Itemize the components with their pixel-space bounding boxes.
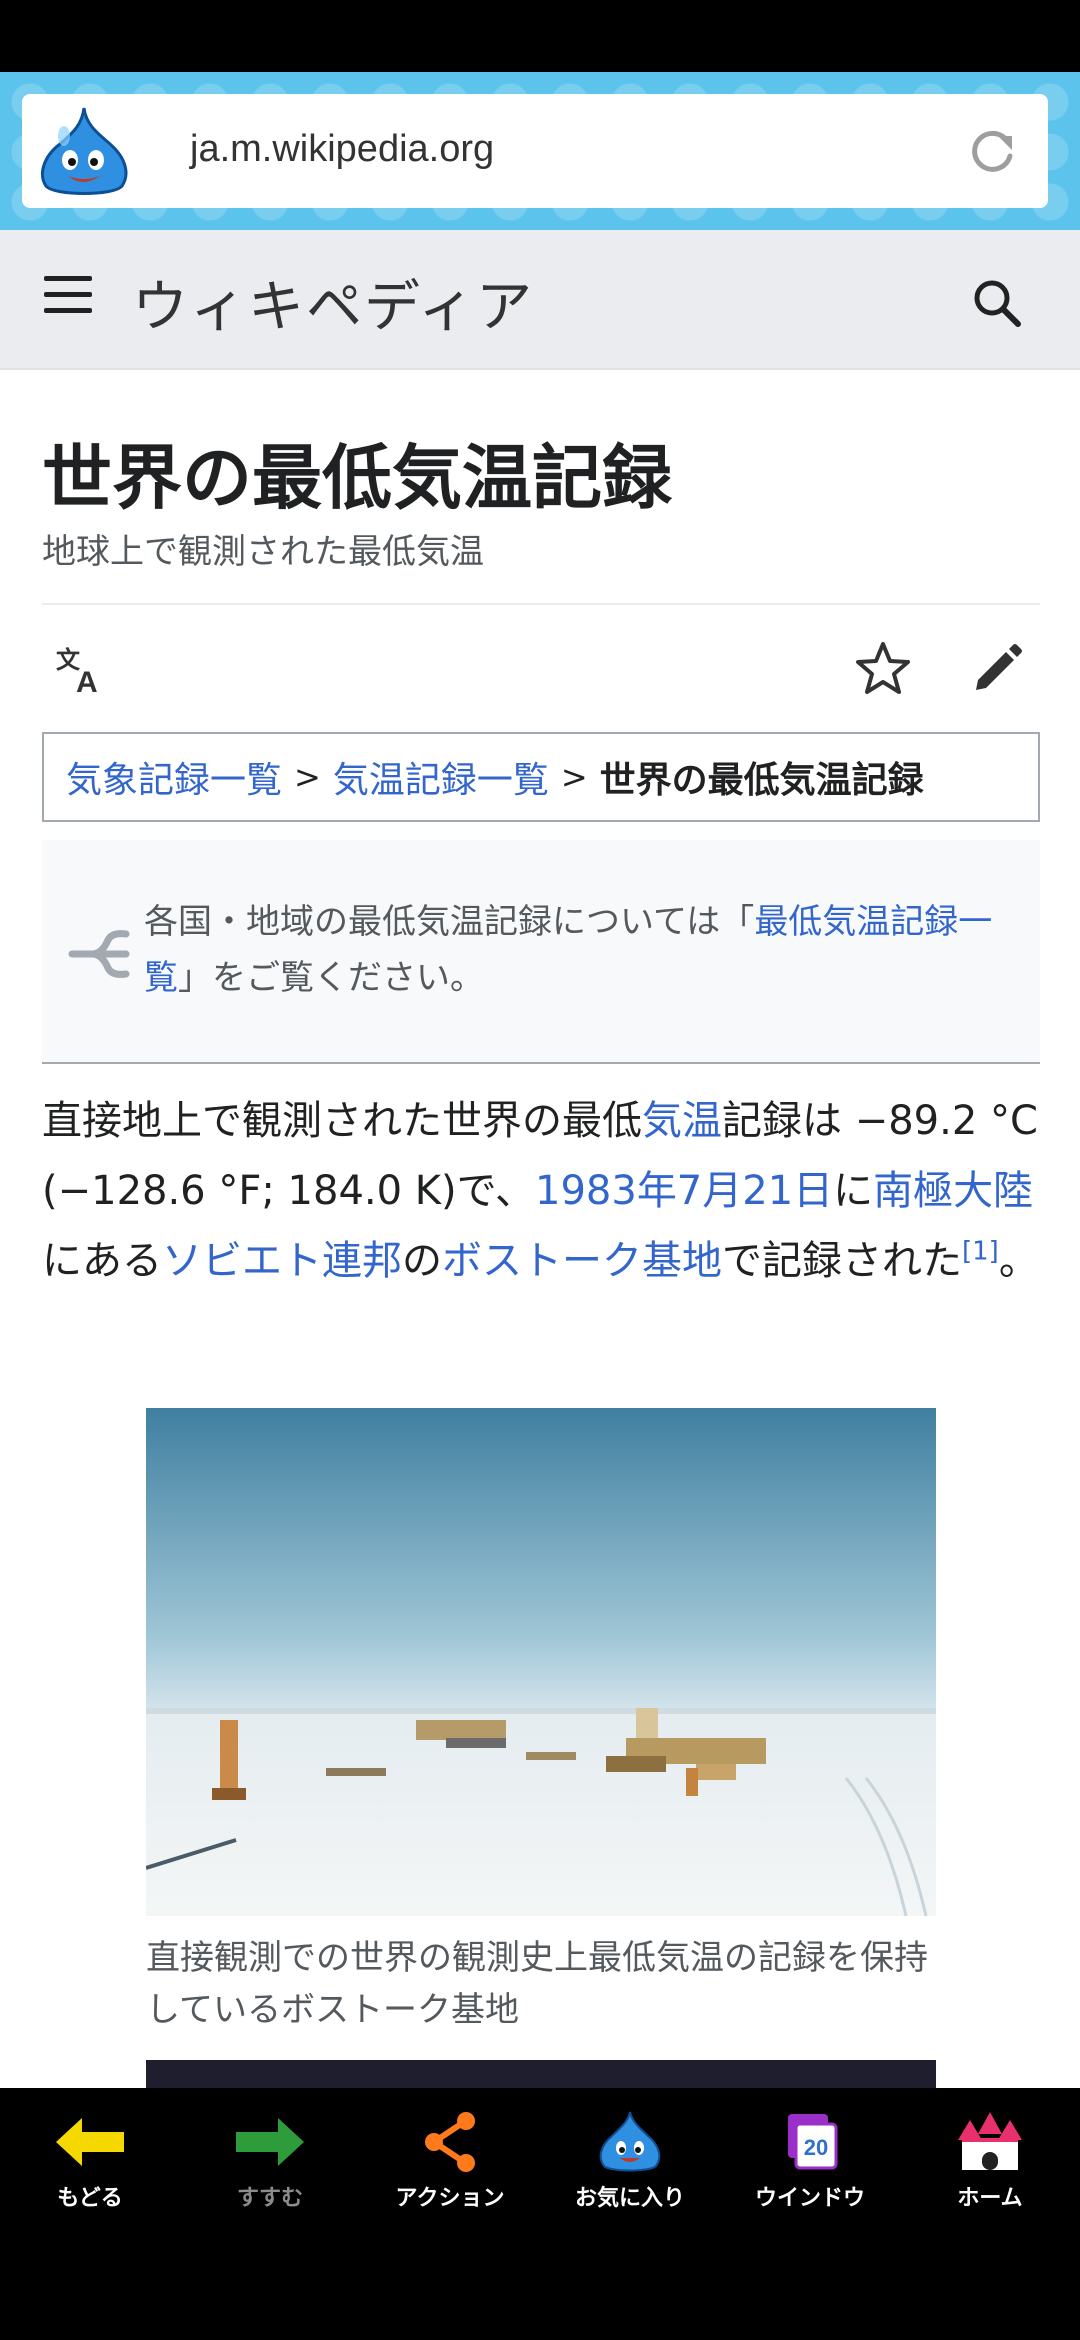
disambiguation-icon: [68, 930, 130, 978]
hatnote-text-part: 各国・地域の最低気温記録については「: [144, 902, 755, 942]
breadcrumb-separator: >: [560, 758, 588, 796]
text-run: に: [833, 1168, 874, 1214]
address-bar[interactable]: ja.m.wikipedia.org: [22, 94, 1048, 208]
nav-favorites[interactable]: お気に入り: [540, 2088, 720, 2234]
menu-icon[interactable]: [44, 276, 92, 320]
arrow-left-icon: [56, 2118, 124, 2166]
text-run: の: [402, 1238, 442, 1284]
article-link[interactable]: 気温: [642, 1098, 722, 1144]
next-image-top: [146, 2060, 936, 2088]
breadcrumb-link[interactable]: 気温記録一覧: [333, 751, 549, 803]
article-content: 世界の最低気温記録 地球上で観測された最低気温 文 A 気象記録一覧 > 気温記…: [0, 370, 1080, 2088]
castle-icon: [958, 2112, 1022, 2170]
nav-label: もどる: [57, 2186, 123, 2211]
url-text[interactable]: ja.m.wikipedia.org: [190, 128, 494, 171]
nav-back[interactable]: もどる: [0, 2088, 180, 2234]
nav-label: アクション: [395, 2186, 505, 2211]
share-icon: [425, 2112, 475, 2172]
arrow-right-icon: [236, 2118, 304, 2166]
svg-text:A: A: [76, 666, 98, 699]
bottom-navigation: もどる すすむ アクション お気に入り 20 ウインドウ ホーム: [0, 2088, 1080, 2234]
breadcrumb-current: 世界の最低気温記録: [599, 760, 924, 801]
nav-home[interactable]: ホーム: [900, 2088, 1080, 2234]
nav-forward[interactable]: すすむ: [180, 2088, 360, 2234]
hatnote-text: 各国・地域の最低気温記録については「最低気温記録一覧」をご覧ください。: [144, 894, 1024, 1006]
text-run: 直接地上で観測された世界の最低: [42, 1098, 642, 1144]
language-icon[interactable]: 文 A: [54, 642, 112, 700]
nav-label: ウインドウ: [754, 2186, 865, 2211]
hatnote: 各国・地域の最低気温記録については「最低気温記録一覧」をご覧ください。: [42, 840, 1040, 1064]
reload-icon[interactable]: [964, 124, 1020, 180]
breadcrumb: 気象記録一覧 > 気温記録一覧 > 世界の最低気温記録: [42, 732, 1040, 822]
text-run: にある: [42, 1238, 162, 1284]
nav-label: ホーム: [957, 2186, 1023, 2211]
text-run: で記録された: [722, 1238, 962, 1284]
page-subtitle: 地球上で観測された最低気温: [42, 532, 484, 572]
system-navigation-bar: [0, 2234, 1080, 2340]
figure-caption: 直接観測での世界の観測史上最低気温の記録を保持しているボストーク基地: [146, 1938, 928, 2030]
wikipedia-wordmark[interactable]: ウィキペディア: [132, 262, 534, 343]
window-count-badge: 20: [804, 2135, 828, 2160]
nav-label: お気に入り: [574, 2186, 685, 2211]
vostok-station-photo[interactable]: [146, 1408, 936, 1916]
wiki-header: ウィキペディア: [0, 230, 1080, 370]
text-run: 。: [998, 1238, 1039, 1284]
nav-windows[interactable]: 20 ウインドウ: [720, 2088, 900, 2234]
page-title: 世界の最低気温記録: [42, 436, 672, 519]
hatnote-text-part: 」をご覧ください。: [178, 958, 484, 998]
article-link[interactable]: 1983年7月21日: [535, 1168, 833, 1214]
article-link[interactable]: ボストーク基地: [442, 1238, 722, 1284]
nav-action[interactable]: アクション: [360, 2088, 540, 2234]
breadcrumb-separator: >: [294, 758, 321, 796]
article-link[interactable]: ソビエト連邦: [162, 1238, 402, 1284]
reference-link[interactable]: [1]: [962, 1237, 999, 1267]
browser-toolbar: ja.m.wikipedia.org: [0, 72, 1080, 230]
article-link[interactable]: 南極大陸: [873, 1168, 1033, 1214]
windows-icon: 20: [788, 2114, 838, 2170]
star-icon[interactable]: [854, 640, 912, 698]
divider: [42, 603, 1040, 605]
slime-icon: [599, 2111, 661, 2172]
status-bar: [0, 0, 1080, 72]
slime-logo-icon[interactable]: [34, 104, 134, 200]
edit-pencil-icon[interactable]: [968, 642, 1024, 698]
search-icon[interactable]: [970, 276, 1026, 332]
intro-paragraph: 直接地上で観測された世界の最低気温記録は −89.2 °C (−128.6 °F…: [42, 1086, 1042, 1296]
breadcrumb-link[interactable]: 気象記録一覧: [66, 751, 282, 803]
nav-label: すすむ: [236, 2186, 303, 2211]
